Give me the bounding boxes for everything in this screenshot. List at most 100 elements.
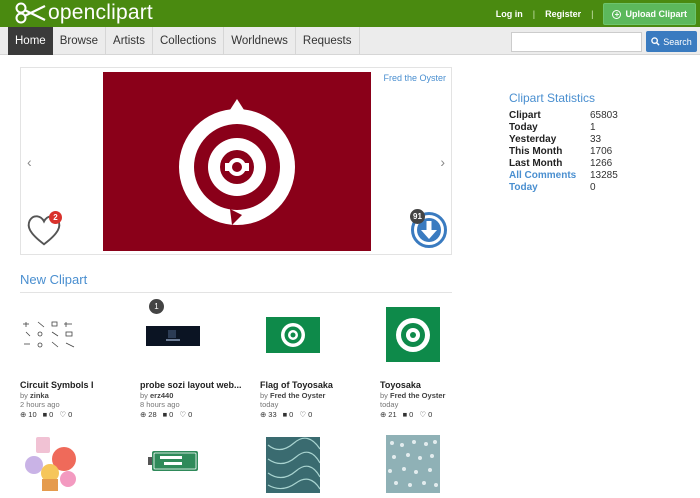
heart-icon: ♡	[419, 410, 427, 419]
featured-author-link[interactable]: Fred the Oyster	[383, 73, 446, 83]
clipart-time: 2 hours ago	[20, 400, 60, 409]
stat-value: 1266	[590, 158, 613, 169]
stat-value: 33	[590, 134, 602, 145]
clipart-title[interactable]: Flag of Toyosaka	[260, 380, 370, 390]
favorite-count: 0	[308, 410, 313, 419]
stat-value: 1706	[590, 146, 613, 157]
by-prefix: by	[380, 391, 388, 400]
stat-value: 13285	[590, 170, 618, 181]
comment-icon: ■	[162, 410, 168, 419]
author-link[interactable]: Fred the Oyster	[270, 391, 325, 400]
nav-home[interactable]: Home	[8, 27, 53, 55]
stat-row: Clipart 65803	[509, 110, 659, 122]
cupcakes-thumbnail-icon	[25, 437, 76, 491]
stat-label: Last Month	[509, 158, 563, 169]
heart-icon: ♡	[179, 410, 187, 419]
featured-image[interactable]	[103, 72, 371, 251]
by-prefix: by	[140, 391, 148, 400]
clipart-thumbnail[interactable]	[140, 434, 250, 494]
clipart-thumbnail[interactable]	[20, 434, 130, 494]
clipart-thumbnail[interactable]	[140, 305, 250, 365]
stat-row: Today 0	[509, 182, 659, 194]
clipart-author: by zinka	[20, 391, 49, 400]
clipart-time: 8 hours ago	[140, 400, 180, 409]
comment-icon: ■	[282, 410, 288, 419]
stat-row: All Comments 13285	[509, 170, 659, 182]
plus-icon: +	[612, 9, 622, 19]
download-icon: ⊕	[260, 410, 267, 419]
author-link[interactable]: erz440	[150, 391, 173, 400]
stat-label: Yesterday	[509, 134, 557, 145]
upload-label: Upload Clipart	[625, 9, 687, 19]
search-icon	[651, 37, 660, 46]
clipart-author: by Fred the Oyster	[380, 391, 445, 400]
clipart-author: by Fred the Oyster	[260, 391, 325, 400]
toyosaka-emblem-thumbnail-icon	[386, 307, 440, 362]
top-links: Log in | Register | + Upload Clipart	[496, 3, 696, 25]
stat-value: 1	[590, 122, 596, 133]
author-link[interactable]: Fred the Oyster	[390, 391, 445, 400]
clipart-thumbnail[interactable]	[20, 305, 130, 365]
new-clipart-heading[interactable]: New Clipart	[20, 272, 87, 287]
stat-value: 65803	[590, 110, 618, 121]
comment-icon: ■	[42, 410, 48, 419]
download-icon: ⊕	[20, 410, 27, 419]
search-input[interactable]	[511, 32, 642, 52]
clipart-time: today	[380, 400, 399, 409]
upload-clipart-button[interactable]: + Upload Clipart	[603, 3, 696, 25]
toyosaka-emblem-icon	[179, 98, 295, 225]
clipart-meta: ⊕ 21 ■ 0 ♡ 0	[380, 410, 438, 419]
clipart-title[interactable]: Circuit Symbols I	[20, 380, 130, 390]
stat-row: Last Month 1266	[509, 158, 659, 170]
featured-clipart: Fred the Oyster ‹ › 2 91	[20, 67, 452, 255]
nav-browse[interactable]: Browse	[53, 27, 107, 55]
clipart-meta: ⊕ 33 ■ 0 ♡ 0	[260, 410, 318, 419]
clipart-title[interactable]: Toyosaka	[380, 380, 490, 390]
nav-worldnews[interactable]: Worldnews	[224, 27, 296, 55]
clipart-thumbnail[interactable]	[380, 305, 490, 365]
logo[interactable]: openclipart	[14, 2, 153, 24]
favorites-count-badge: 2	[49, 211, 62, 224]
clipart-thumbnail[interactable]	[380, 434, 490, 494]
download-count-badge: 91	[410, 209, 425, 224]
download-count: 28	[148, 410, 157, 419]
nav-collections[interactable]: Collections	[153, 27, 225, 55]
stat-row: Today 1	[509, 122, 659, 134]
download-count: 33	[268, 410, 277, 419]
divider: |	[591, 9, 594, 19]
brand-name: openclipart	[48, 1, 153, 24]
stat-label: Today	[509, 122, 538, 133]
carousel-next-arrow[interactable]: ›	[440, 154, 445, 170]
clipart-thumbnail[interactable]	[260, 305, 370, 365]
nav-requests[interactable]: Requests	[296, 27, 360, 55]
author-link[interactable]: zinka	[30, 391, 49, 400]
all-comments-link[interactable]: All Comments	[509, 170, 590, 182]
comment-count: 0	[49, 410, 54, 419]
login-link[interactable]: Log in	[496, 9, 523, 19]
download-icon: ⊕	[140, 410, 147, 419]
flag-of-toyosaka-thumbnail-icon	[266, 317, 320, 353]
download-count: 10	[28, 410, 37, 419]
circuit-symbols-thumbnail-icon	[20, 318, 80, 352]
texture-thumbnail-icon	[386, 435, 440, 493]
card-count-badge: 1	[149, 299, 164, 314]
stat-row: This Month 1706	[509, 146, 659, 158]
clipart-time: today	[260, 400, 279, 409]
register-link[interactable]: Register	[545, 9, 581, 19]
today-comments-link[interactable]: Today	[509, 182, 590, 194]
search-button-label: Search	[663, 36, 692, 47]
nav-artists[interactable]: Artists	[106, 27, 153, 55]
search-button[interactable]: Search	[646, 31, 697, 52]
favorite-count: 0	[68, 410, 73, 419]
pattern-thumbnail-icon	[266, 437, 320, 493]
stat-value: 0	[590, 182, 596, 193]
clipart-meta: ⊕ 10 ■ 0 ♡ 0	[20, 410, 78, 419]
main-nav: Home Browse Artists Collections Worldnew…	[0, 27, 700, 55]
clipart-title[interactable]: probe sozi layout web...	[140, 380, 250, 390]
carousel-prev-arrow[interactable]: ‹	[27, 154, 32, 170]
by-prefix: by	[260, 391, 268, 400]
scissors-icon	[15, 2, 46, 24]
stats-title: Clipart Statistics	[509, 91, 596, 105]
comment-count: 0	[289, 410, 294, 419]
clipart-thumbnail[interactable]	[260, 434, 370, 494]
